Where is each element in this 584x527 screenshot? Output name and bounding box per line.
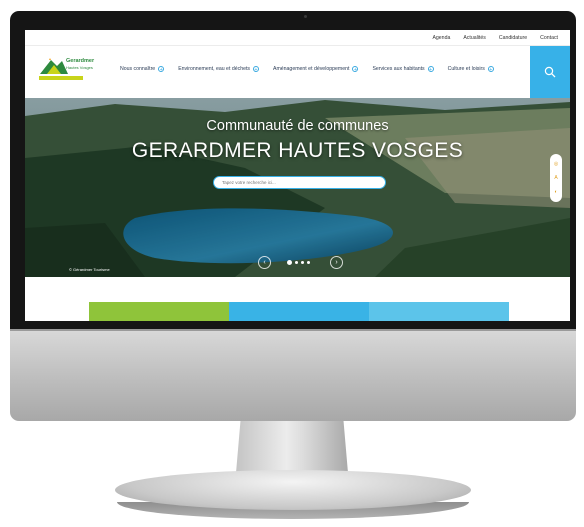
plus-circle-icon: + bbox=[487, 66, 494, 73]
slider-dot[interactable] bbox=[287, 260, 292, 265]
hero-subtitle: Communauté de communes bbox=[206, 118, 389, 134]
font-size-icon[interactable]: A bbox=[554, 175, 557, 181]
logo-name: Gerardmer bbox=[66, 58, 95, 64]
search-icon bbox=[544, 66, 556, 78]
photo-credit: © Gérardmer Tourisme bbox=[69, 267, 110, 272]
slider-next-button[interactable]: › bbox=[330, 256, 343, 269]
nav-item-nous-connaitre[interactable]: Nous connaître + bbox=[120, 66, 165, 73]
topbar-link-actualites[interactable]: Actualités bbox=[463, 35, 486, 41]
circle-icon[interactable]: ◎ bbox=[554, 161, 558, 167]
logo-subtitle: Hautes Vosges bbox=[66, 65, 93, 70]
tile-blue[interactable] bbox=[229, 302, 369, 321]
quick-access-tiles bbox=[25, 277, 570, 321]
hero-title: GERARDMER HAUTES VOSGES bbox=[131, 139, 464, 162]
accessibility-toolbar[interactable]: ◎ A ◐ bbox=[550, 154, 562, 202]
utility-bar: Agenda Actualités Candidature Contact bbox=[25, 30, 570, 46]
tile-cyan[interactable] bbox=[369, 302, 509, 321]
webcam bbox=[304, 15, 307, 18]
monitor-chin bbox=[10, 329, 576, 421]
nav-item-label: Aménagement et développement bbox=[273, 66, 350, 72]
slider-dot[interactable] bbox=[301, 261, 304, 264]
monitor-chin-edge bbox=[10, 329, 576, 331]
nav-item-amenagement[interactable]: Aménagement et développement + bbox=[273, 66, 359, 73]
nav-item-label: Services aux habitants bbox=[372, 66, 425, 72]
plus-circle-icon: + bbox=[427, 66, 434, 73]
site-header: Gerardmer Hautes Vosges Nous connaître +… bbox=[25, 46, 570, 98]
logo-underline bbox=[39, 76, 83, 80]
slider-prev-button[interactable]: ‹ bbox=[258, 256, 271, 269]
nav-item-culture[interactable]: Culture et loisirs + bbox=[447, 66, 494, 73]
nav-item-environnement[interactable]: Environnement, eau et déchets + bbox=[178, 66, 259, 73]
topbar-link-agenda[interactable]: Agenda bbox=[432, 35, 450, 41]
plus-circle-icon: + bbox=[352, 66, 359, 73]
topbar-link-contact[interactable]: Contact bbox=[540, 35, 558, 41]
slider-dot[interactable] bbox=[295, 261, 298, 264]
monitor-stand-neck bbox=[236, 421, 348, 473]
nav-item-label: Nous connaître bbox=[120, 66, 156, 72]
search-button[interactable] bbox=[530, 46, 570, 98]
monitor-stand-base bbox=[115, 470, 471, 510]
slider-dots bbox=[287, 260, 310, 265]
hero-banner: Communauté de communes GERARDMER HAUTES … bbox=[25, 98, 570, 277]
slider-dot[interactable] bbox=[307, 261, 310, 264]
tile-green[interactable] bbox=[89, 302, 229, 321]
main-navigation: Nous connaître + Environnement, eau et d… bbox=[120, 66, 494, 73]
plus-circle-icon: + bbox=[253, 66, 259, 73]
nav-item-label: Culture et loisirs bbox=[447, 66, 485, 72]
mountain-logo-icon bbox=[40, 58, 68, 74]
contrast-icon[interactable]: ◐ bbox=[554, 189, 557, 195]
topbar-link-candidature[interactable]: Candidature bbox=[499, 35, 527, 41]
nav-item-services[interactable]: Services aux habitants + bbox=[372, 66, 434, 73]
hero-search-input[interactable] bbox=[213, 176, 386, 189]
nav-item-label: Environnement, eau et déchets bbox=[178, 66, 250, 72]
website-screen: Agenda Actualités Candidature Contact Ge… bbox=[25, 30, 570, 321]
plus-circle-icon: + bbox=[158, 66, 165, 73]
